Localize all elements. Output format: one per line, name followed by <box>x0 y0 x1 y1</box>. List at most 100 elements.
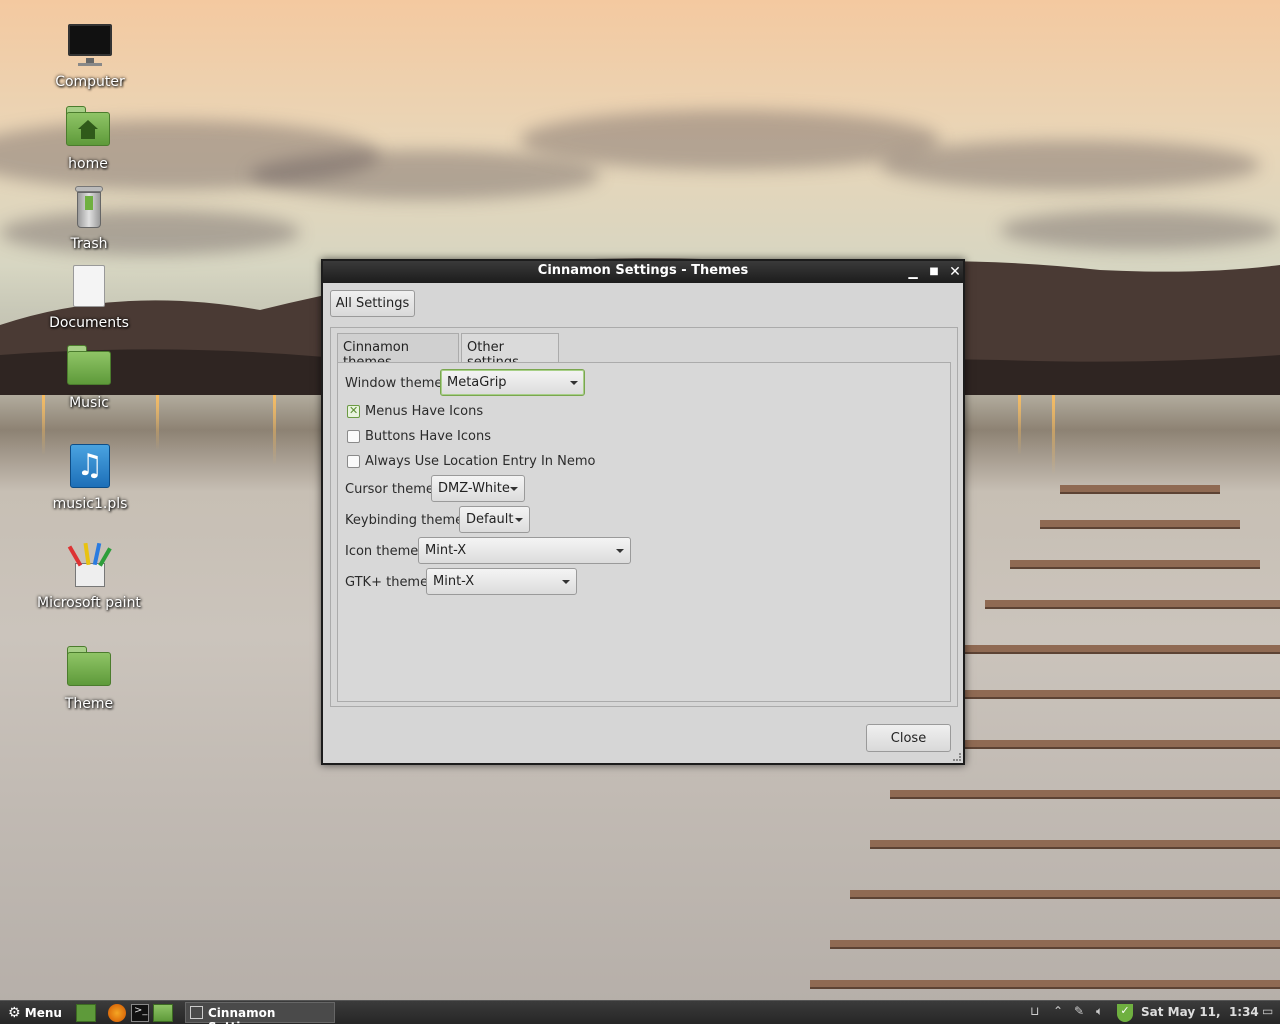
window-theme-value: MetaGrip <box>447 375 507 390</box>
window-theme-label: Window theme <box>345 376 443 391</box>
cursor-theme-value: DMZ-White <box>438 481 510 496</box>
light-reflection <box>156 395 159 450</box>
desktop-icon-music1-pls[interactable]: ♫ music1.pls <box>35 444 145 512</box>
cinnamon-settings-window: Cinnamon Settings - Themes ▁ ■ ✕ All Set… <box>321 259 965 765</box>
keybinding-theme-value: Default <box>466 512 514 527</box>
workspace-icon[interactable]: ⊔ <box>1030 1004 1042 1022</box>
dock-plank <box>890 790 1280 799</box>
desktop-icon-label: home <box>68 156 108 172</box>
gear-icon: ⚙ <box>8 1005 21 1021</box>
dock-plank <box>1040 520 1240 529</box>
menu-label: Menu <box>24 1006 62 1020</box>
light-reflection <box>273 395 276 465</box>
desktop-icon-label: music1.pls <box>52 496 128 512</box>
dock-plank <box>935 690 1280 699</box>
user-applet-icon[interactable]: ▭ <box>1262 1004 1276 1022</box>
firefox-icon[interactable] <box>108 1004 126 1022</box>
terminal-icon[interactable]: >_ <box>131 1004 149 1022</box>
taskbar: ⚙ Menu >_ Cinnamon Setting... ⊔ ⌃ ✎ 🔈︎ ✓… <box>0 1000 1280 1034</box>
desktop-icon-home[interactable]: home <box>33 104 143 172</box>
dock-plank <box>830 940 1280 949</box>
keybinding-theme-label: Keybinding theme <box>345 513 464 528</box>
window-titlebar[interactable]: Cinnamon Settings - Themes ▁ ■ ✕ <box>323 261 963 283</box>
monitor-icon <box>66 22 114 70</box>
menu-button[interactable]: ⚙ Menu <box>8 1004 70 1022</box>
buttons-have-icons-label: Buttons Have Icons <box>365 429 491 444</box>
window-theme-select[interactable]: MetaGrip <box>440 369 585 396</box>
buttons-have-icons-checkbox[interactable] <box>347 430 360 443</box>
desktop-icon-label: Theme <box>64 696 114 712</box>
desktop-icon-microsoft-paint[interactable]: Microsoft paint <box>34 542 144 611</box>
icon-theme-value: Mint-X <box>425 543 467 558</box>
volume-icon[interactable]: 🔈︎ <box>1096 1004 1110 1022</box>
icon-theme-label: Icon theme <box>345 544 419 559</box>
desktop-icon-label: Documents <box>49 315 129 331</box>
home-folder-icon <box>64 104 112 152</box>
paint-icon <box>65 542 113 591</box>
minimize-button[interactable]: ▁ <box>905 264 921 280</box>
expand-tray-icon[interactable]: ⌃ <box>1053 1004 1065 1022</box>
gtk-theme-select[interactable]: Mint-X <box>426 568 577 595</box>
files-icon[interactable] <box>153 1004 173 1022</box>
tab-other-settings[interactable]: Other settings <box>461 333 559 370</box>
wallpaper-cloud <box>250 150 600 200</box>
music-file-icon: ♫ <box>66 444 114 492</box>
desktop-icon-label: Microsoft paint <box>37 595 141 611</box>
gtk-theme-label: GTK+ theme <box>345 575 429 590</box>
wallpaper-cloud <box>1000 210 1280 250</box>
clock[interactable]: Sat May 11, 1:34 <box>1141 1004 1261 1022</box>
desktop-icon-label: Computer <box>55 74 125 90</box>
cursor-theme-select[interactable]: DMZ-White <box>431 475 525 502</box>
dock-plank <box>1010 560 1260 569</box>
desktop-icon-label: Music <box>69 395 109 411</box>
settings-window-icon <box>190 1006 203 1019</box>
desktop-icon-theme[interactable]: Theme <box>34 644 144 712</box>
keybinding-theme-select[interactable]: Default <box>459 506 530 533</box>
resize-grip[interactable] <box>953 753 961 761</box>
document-icon <box>65 263 113 311</box>
wallpaper-cloud <box>880 140 1260 190</box>
light-reflection <box>1052 395 1055 475</box>
menus-have-icons-checkbox[interactable] <box>347 404 360 418</box>
chevron-down-icon <box>515 518 523 522</box>
chevron-down-icon <box>510 487 518 491</box>
window-title: Cinnamon Settings - Themes <box>537 263 749 278</box>
task-label: Cinnamon Setting... <box>208 1006 276 1034</box>
other-settings-panel: Window theme MetaGrip Menus Have Icons B… <box>337 362 951 702</box>
update-shield-icon[interactable]: ✓ <box>1117 1004 1133 1022</box>
close-button[interactable]: Close <box>866 724 951 752</box>
chevron-down-icon <box>616 549 624 553</box>
dock-plank <box>1060 485 1220 494</box>
menus-have-icons-label: Menus Have Icons <box>365 404 484 419</box>
dock-plank <box>810 980 1280 989</box>
desktop-icon-documents[interactable]: Documents <box>34 263 144 331</box>
desktop-icon-label: Trash <box>70 236 108 252</box>
all-settings-button[interactable]: All Settings <box>330 290 415 317</box>
dock-plank <box>910 740 1280 749</box>
trash-icon <box>65 184 113 232</box>
wallpaper-cloud <box>520 110 940 170</box>
task-cinnamon-settings[interactable]: Cinnamon Setting... <box>185 1002 335 1034</box>
location-entry-label: Always Use Location Entry In Nemo <box>365 454 596 469</box>
tab-cinnamon-themes[interactable]: Cinnamon themes <box>337 333 459 370</box>
dock-plank <box>985 600 1280 609</box>
desktop-icon-computer[interactable]: Computer <box>35 22 145 90</box>
desktop-icon-trash[interactable]: Trash <box>34 184 144 252</box>
close-window-button[interactable]: ✕ <box>947 264 963 280</box>
location-entry-checkbox[interactable] <box>347 455 360 468</box>
dock-plank <box>850 890 1280 899</box>
show-desktop-icon[interactable] <box>76 1004 96 1022</box>
gtk-theme-value: Mint-X <box>433 574 475 589</box>
cursor-theme-label: Cursor theme <box>345 482 434 497</box>
folder-icon <box>65 343 113 391</box>
icon-theme-select[interactable]: Mint-X <box>418 537 631 564</box>
desktop-icon-music[interactable]: Music <box>34 343 144 411</box>
chevron-down-icon <box>570 381 578 385</box>
dock-plank <box>960 645 1280 654</box>
dock-plank <box>870 840 1280 849</box>
folder-icon <box>65 644 113 692</box>
chevron-down-icon <box>562 580 570 584</box>
maximize-button[interactable]: ■ <box>926 264 942 280</box>
network-icon[interactable]: ✎ <box>1074 1004 1088 1022</box>
light-reflection <box>1018 395 1021 455</box>
